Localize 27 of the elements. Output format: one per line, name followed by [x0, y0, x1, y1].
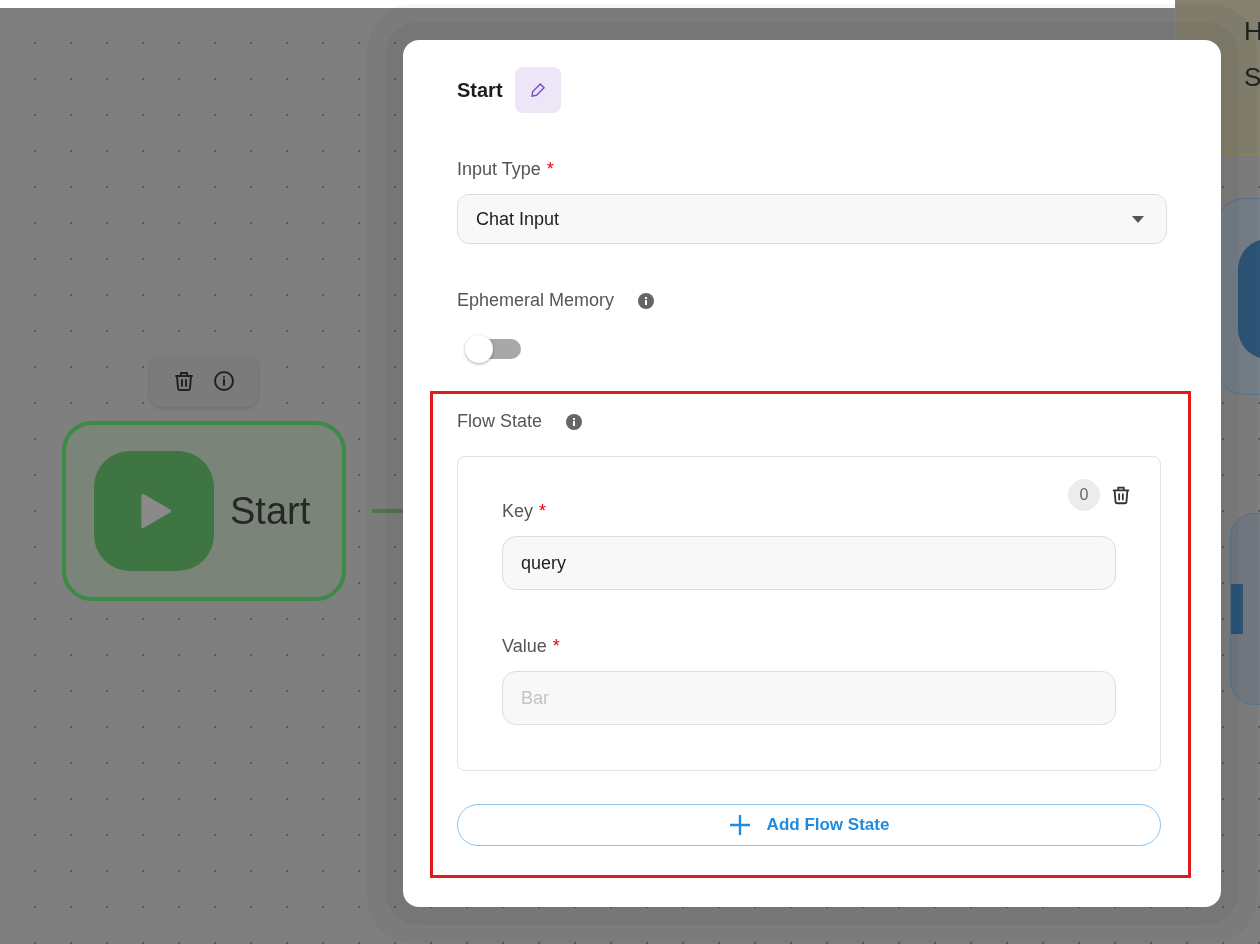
field-label: Value — [502, 636, 547, 657]
pencil-icon — [528, 81, 547, 99]
node-title: Start — [230, 489, 311, 533]
field-label: Ephemeral Memory — [457, 290, 615, 311]
section-label: Flow State — [457, 411, 543, 432]
dropdown-caret-icon — [1132, 215, 1144, 223]
play-icon — [94, 451, 214, 571]
required-mark: * — [546, 159, 554, 180]
start-node[interactable]: Start — [62, 421, 346, 601]
input-type-select[interactable]: Chat Input — [457, 194, 1167, 244]
trash-icon[interactable] — [1110, 484, 1132, 506]
field-label: Input Type — [457, 159, 541, 180]
info-icon[interactable] — [638, 292, 655, 309]
key-input-field[interactable]: query — [502, 536, 1116, 590]
add-flow-state-button[interactable]: Add Flow State — [457, 804, 1161, 846]
info-icon[interactable] — [566, 413, 583, 430]
node-title: H — [1244, 15, 1260, 48]
field-label: Key — [502, 501, 534, 522]
plus-icon — [728, 814, 751, 836]
edit-button[interactable] — [514, 67, 561, 113]
info-icon[interactable] — [212, 369, 236, 393]
required-mark: * — [539, 501, 547, 522]
dialog-title: Start — [457, 78, 503, 102]
bar-icon — [1231, 584, 1243, 634]
index-badge: 0 — [1068, 479, 1100, 511]
node-title: S — [1244, 61, 1260, 94]
required-mark: * — [552, 636, 560, 657]
